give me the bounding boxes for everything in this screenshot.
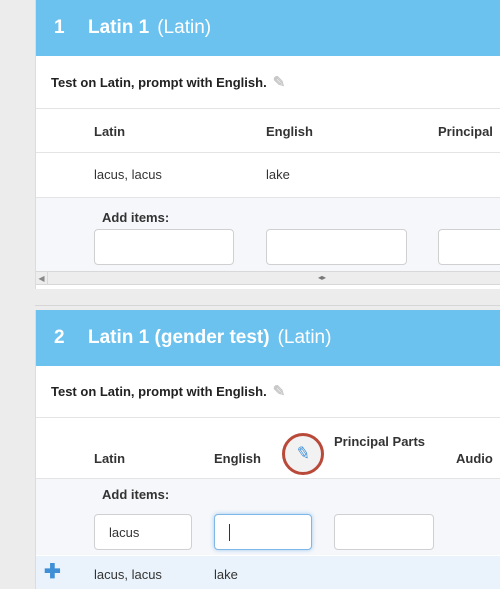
column-header-audio: Audio (456, 451, 493, 466)
grip-icon[interactable]: ◂▸ (318, 272, 326, 284)
new-english-input[interactable] (266, 229, 407, 265)
card-header: 2 Latin 1 (gender test) (Latin) (36, 310, 500, 366)
list-title[interactable]: Latin 1 (gender test) (88, 327, 270, 349)
table-row[interactable]: lacus, lacus lake (36, 153, 500, 197)
list-title[interactable]: Latin 1 (88, 17, 149, 39)
word-table: Latin English Principal lacus, lacus lak… (36, 108, 500, 289)
cell-latin: lacus, lacus (94, 167, 162, 182)
new-principal-input[interactable] (438, 229, 500, 265)
column-header-latin: Latin (94, 451, 126, 466)
edit-columns-button[interactable]: ✎ (282, 433, 324, 475)
list-language: (Latin) (157, 17, 212, 38)
new-latin-input[interactable]: lacus (94, 514, 192, 550)
column-header-english: English (214, 451, 261, 466)
plus-icon[interactable]: ✚ (44, 562, 61, 582)
table-row[interactable]: ✚ lacus, lacus lake (36, 556, 500, 589)
description-text: Test on Latin, prompt with English. (51, 74, 267, 90)
column-header-english: English (266, 124, 313, 139)
column-header-principal: Principal (438, 124, 493, 139)
text-caret (229, 523, 230, 541)
horizontal-scrollbar[interactable]: ◀ ◂▸ (36, 271, 500, 285)
list-description: Test on Latin, prompt with English. ✎ (36, 72, 285, 92)
description-text: Test on Latin, prompt with English. (51, 383, 267, 399)
add-items-label: Add items: (102, 210, 170, 225)
add-items-label: Add items: (102, 487, 170, 502)
column-header-principal-parts: Principal Parts (334, 434, 426, 449)
list-description: Test on Latin, prompt with English. ✎ (36, 381, 285, 401)
add-items-row: Add items: (36, 198, 500, 272)
new-english-input[interactable] (214, 514, 312, 550)
pencil-icon: ✎ (294, 442, 312, 465)
new-latin-input[interactable] (94, 229, 234, 265)
new-principal-input[interactable] (334, 514, 434, 550)
card-header: 1 Latin 1 (Latin) (36, 0, 500, 56)
column-header-latin: Latin (94, 124, 126, 139)
wordlist-card-1: 1 Latin 1 (Latin) Test on Latin, prompt … (35, 0, 500, 289)
word-table: Latin English ✎ Principal Parts Audio Ad… (36, 417, 500, 589)
cell-latin: lacus, lacus (94, 567, 162, 582)
pencil-icon[interactable]: ✎ (273, 382, 286, 400)
divider (35, 305, 500, 306)
list-number: 2 (54, 327, 65, 348)
arrow-left-icon[interactable]: ◀ (36, 272, 48, 284)
list-number: 1 (54, 17, 65, 38)
pencil-icon[interactable]: ✎ (273, 73, 286, 91)
add-items-row: Add items: lacus (36, 479, 500, 555)
cell-english: lake (214, 567, 238, 582)
list-language: (Latin) (277, 327, 332, 348)
cell-english: lake (266, 167, 290, 182)
wordlist-card-2: 2 Latin 1 (gender test) (Latin) Test on … (35, 310, 500, 589)
